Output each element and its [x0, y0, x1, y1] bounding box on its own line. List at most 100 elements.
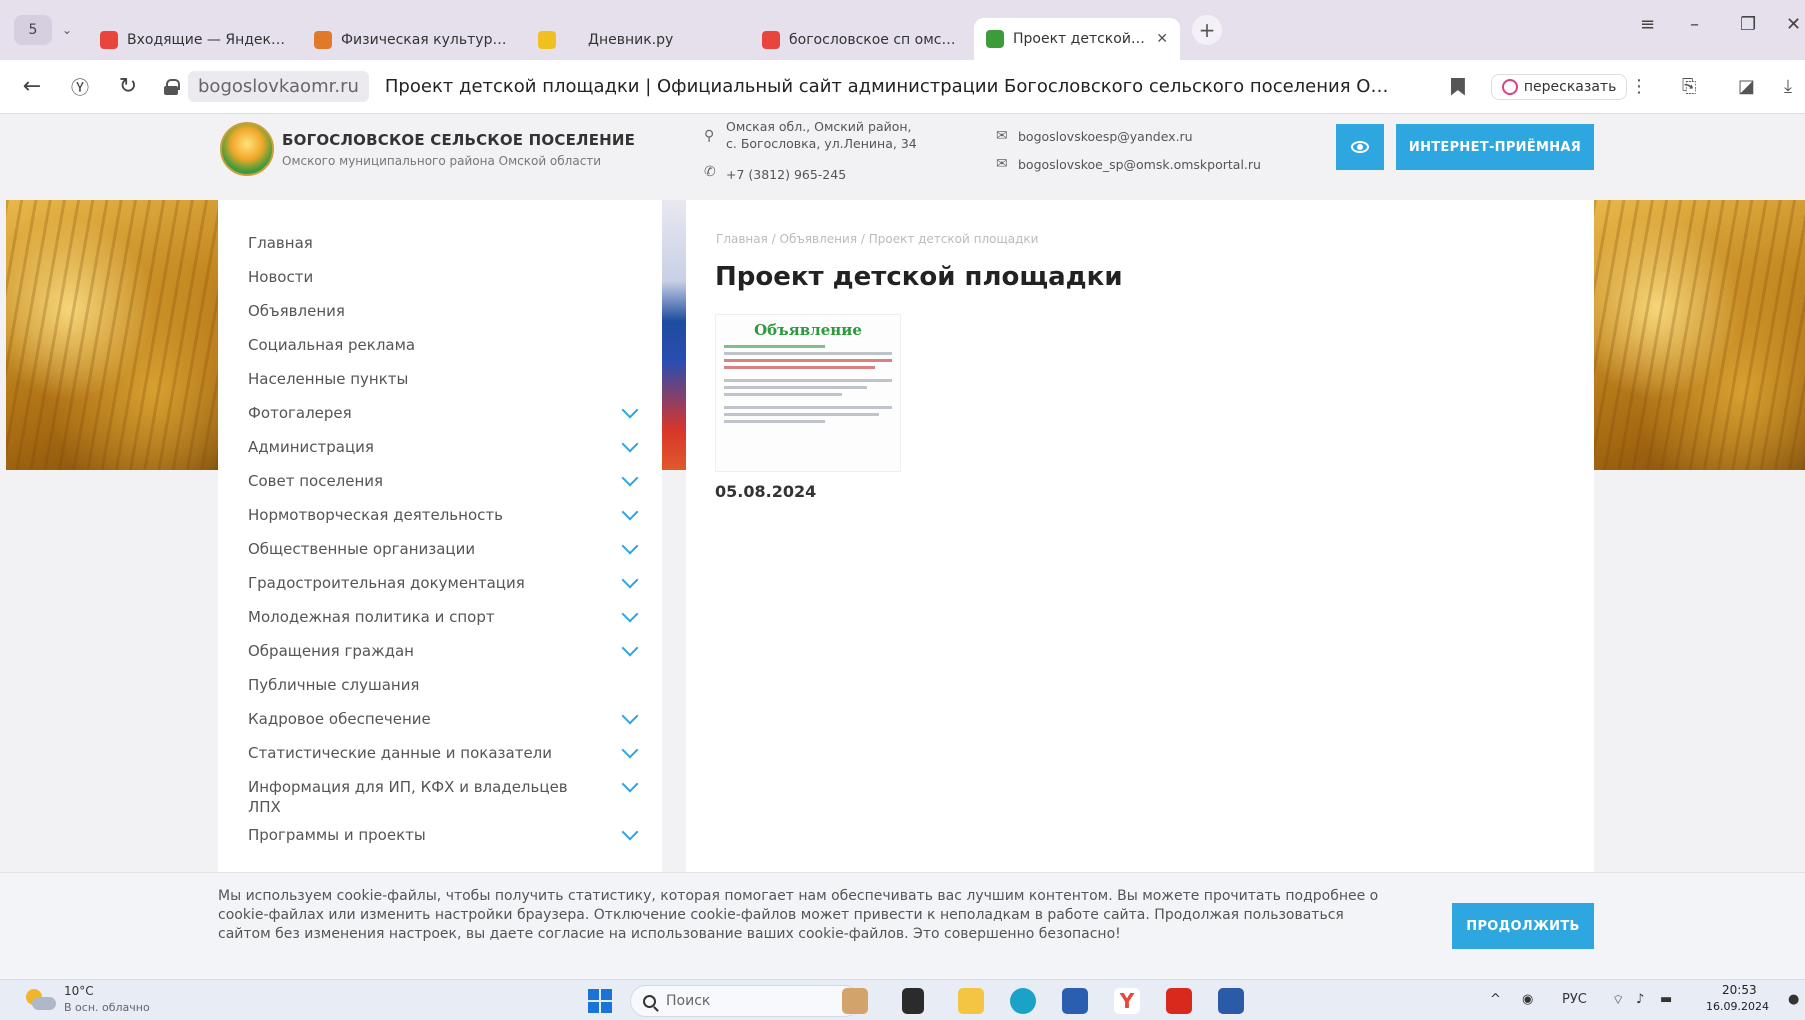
sidebar-item[interactable]: Главная	[218, 232, 662, 266]
volume-icon[interactable]: ♪	[1636, 992, 1644, 1007]
sidebar-item[interactable]: Программы и проекты	[218, 823, 662, 858]
chevron-down-icon[interactable]	[621, 775, 639, 793]
sidebar-menu: Главная Новости Объявления Социальная рекла…	[218, 200, 662, 979]
notification-bell-icon[interactable]: ●	[1788, 992, 1799, 1007]
breadcrumb[interactable]: Главная / Объявления / Проект детской пл…	[716, 232, 1038, 246]
windows-start-icon[interactable]	[588, 989, 612, 1013]
reader-icon[interactable]: ⎘	[1682, 76, 1696, 97]
edge-browser-icon[interactable]	[1010, 988, 1036, 1014]
chevron-down-icon[interactable]	[621, 503, 639, 521]
reload-icon[interactable]: ↻	[104, 67, 152, 107]
sidebar-item[interactable]: Публичные слушания	[218, 674, 662, 708]
close-window-icon[interactable]: ✕	[1786, 14, 1801, 35]
announcement-thumbnail[interactable]: Объявление	[715, 314, 901, 472]
browser-tab[interactable]: Проект детской площ ✕	[974, 18, 1180, 60]
chevron-down-icon[interactable]	[621, 823, 639, 841]
sidebar-item[interactable]: Обращения граждан	[218, 639, 662, 674]
chevron-down-icon[interactable]	[621, 401, 639, 419]
downloads-icon[interactable]: ⤓	[1784, 76, 1792, 97]
more-options-icon[interactable]: ⋮	[1630, 76, 1648, 97]
sidebar-item[interactable]: Градостроительная документация	[218, 571, 662, 606]
url-page-title[interactable]: Проект детской площадки | Официальный са…	[385, 76, 1395, 97]
phone[interactable]: +7 (3812) 965-245	[726, 166, 846, 183]
browser-tab[interactable]: Физическая культур... · Е	[302, 20, 522, 60]
chevron-down-icon[interactable]	[621, 537, 639, 555]
minimize-icon[interactable]: –	[1690, 14, 1699, 35]
pdf-reader-icon[interactable]	[1166, 988, 1192, 1014]
browser-tab[interactable]	[526, 20, 572, 60]
browser-tab-bar: 5 ⌄ Входящие — Яндекс Поч Физическая куль…	[0, 0, 1805, 60]
tab-close-icon[interactable]: ✕	[1156, 31, 1168, 47]
email-icon: ✉	[996, 156, 1008, 172]
yandex-browser-icon[interactable]: Y	[1114, 988, 1140, 1014]
word-icon[interactable]	[1218, 988, 1244, 1014]
store-icon[interactable]	[1062, 988, 1088, 1014]
browser-tab[interactable]: Дневник.ру	[576, 20, 746, 60]
url-domain[interactable]: bogoslovkaomr.ru	[188, 71, 369, 102]
browser-tab[interactable]: богословское сп омский	[750, 20, 970, 60]
clock-time[interactable]: 20:53	[1722, 983, 1757, 997]
sidebar-item-label: Статистические данные и показатели	[248, 744, 553, 762]
back-arrow-icon[interactable]: ←	[8, 67, 56, 107]
clock-date[interactable]: 16.09.2024	[1706, 1000, 1769, 1013]
restore-icon[interactable]: ❐	[1740, 14, 1756, 35]
sidebar-item[interactable]: Нормотворческая деятельность	[218, 503, 662, 538]
lock-icon[interactable]	[164, 78, 180, 95]
cookie-continue-button[interactable]: ПРОДОЛЖИТЬ	[1452, 903, 1594, 949]
chevron-down-icon[interactable]	[621, 707, 639, 725]
sidebar-item[interactable]: Кадровое обеспечение	[218, 707, 662, 742]
sidebar-item[interactable]: Совет поселения	[218, 469, 662, 504]
file-explorer-icon[interactable]	[958, 988, 984, 1014]
sidebar-item-label: Объявления	[248, 302, 345, 320]
keyboard-language[interactable]: РУС	[1562, 992, 1587, 1007]
retell-button[interactable]: пересказать	[1490, 73, 1628, 100]
tab-list-chevron-icon[interactable]: ⌄	[52, 15, 82, 45]
email-icon: ✉	[996, 128, 1008, 144]
site-logo[interactable]	[220, 122, 274, 176]
sidebar-item[interactable]: Фотогалерея	[218, 401, 662, 436]
chevron-down-icon[interactable]	[621, 571, 639, 589]
sidebar-item[interactable]: Статистические данные и показатели	[218, 741, 662, 776]
chevron-down-icon[interactable]	[621, 435, 639, 453]
sidebar-item-label: Главная	[248, 234, 313, 252]
sidebar-item[interactable]: Новости	[218, 266, 662, 300]
sidebar-item[interactable]: Общественные организации	[218, 537, 662, 572]
sidebar-item[interactable]: Администрация	[218, 435, 662, 470]
bookmark-icon[interactable]	[1450, 77, 1465, 96]
yandex-logo-icon[interactable]: Ⓨ	[56, 67, 104, 107]
battery-icon[interactable]: ▬	[1660, 992, 1672, 1007]
email-1[interactable]: bogoslovskoesp@yandex.ru	[1018, 128, 1193, 145]
mail-icon	[100, 31, 118, 49]
tab-label: Проект детской площ	[1013, 31, 1146, 47]
tabs-menu-icon[interactable]: ≡	[1640, 14, 1655, 35]
browser-tab[interactable]: Входящие — Яндекс Поч	[88, 20, 298, 60]
sidebar-item[interactable]: Молодежная политика и спорт	[218, 605, 662, 640]
sidebar-item[interactable]: Социальная реклама	[218, 334, 662, 368]
wifi-icon[interactable]: ⌔	[1612, 992, 1624, 1008]
internet-reception-button[interactable]: ИНТЕРНЕТ-ПРИЁМНАЯ	[1396, 124, 1594, 170]
chevron-down-icon[interactable]	[621, 741, 639, 759]
new-tab-plus-icon[interactable]: +	[1192, 15, 1222, 45]
kangaroo-widget-icon[interactable]	[842, 988, 868, 1014]
site-page: БОГОСЛОВСКОЕ СЕЛЬСКОЕ ПОСЕЛЕНИЕ Омского …	[0, 114, 1805, 979]
wheat-banner-left	[6, 200, 218, 470]
weather-description[interactable]: В осн. облачно	[64, 1001, 150, 1014]
weather-temperature[interactable]: 10°C	[64, 984, 94, 998]
taskbar-search[interactable]: Поиск	[630, 985, 860, 1017]
location-icon: ⚲	[704, 128, 715, 144]
email-2[interactable]: bogoslovskoe_sp@omsk.omskportal.ru	[1018, 156, 1261, 173]
weather-cloud-icon[interactable]	[26, 989, 56, 1011]
chevron-down-icon[interactable]	[621, 605, 639, 623]
accessibility-button[interactable]	[1336, 124, 1384, 170]
sidebar-item[interactable]: Объявления	[218, 300, 662, 334]
extension-icon[interactable]: ◪	[1738, 76, 1755, 97]
task-view-icon[interactable]	[902, 988, 924, 1014]
sidebar-item[interactable]: Информация для ИП, КФХ и владельцев ЛПХ	[218, 775, 662, 824]
org-name[interactable]: БОГОСЛОВСКОЕ СЕЛЬСКОЕ ПОСЕЛЕНИЕ	[282, 131, 635, 149]
sidebar-item[interactable]: Населенные пункты	[218, 368, 662, 402]
chevron-down-icon[interactable]	[621, 469, 639, 487]
tray-chevron-icon[interactable]: ^	[1490, 992, 1501, 1007]
chevron-down-icon[interactable]	[621, 639, 639, 657]
tray-app-icon[interactable]: ◉	[1522, 992, 1533, 1007]
tab-counter[interactable]: 5	[14, 15, 52, 45]
